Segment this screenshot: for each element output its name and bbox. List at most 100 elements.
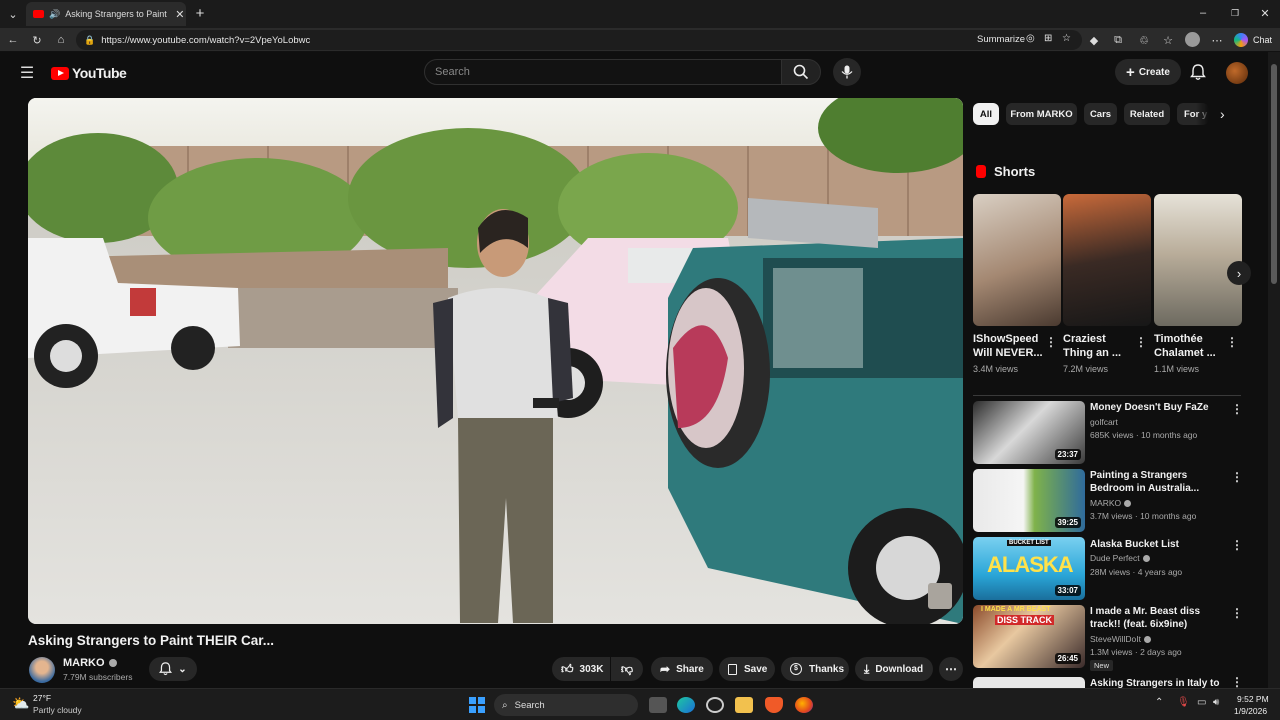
short-thumbnail[interactable]	[1063, 194, 1151, 326]
short-item[interactable]: Craziest Thing an ... 7.2M views ⋮	[1063, 194, 1151, 374]
chips-next-chevron-icon[interactable]: ›	[1220, 106, 1225, 122]
volume-icon[interactable]: 🔊︎	[1213, 697, 1219, 708]
video-title[interactable]: Painting a Strangers Bedroom in Australi…	[1090, 469, 1228, 495]
task-view-icon[interactable]	[649, 697, 667, 713]
edge-browser-icon[interactable]	[677, 697, 695, 713]
create-button[interactable]: + Create	[1115, 59, 1181, 85]
weather-icon[interactable]: ⛅	[12, 695, 29, 712]
search-button[interactable]	[781, 59, 821, 85]
thanks-button[interactable]: $ Thanks	[781, 657, 849, 681]
hamburger-menu-icon[interactable]: ☰	[18, 64, 36, 82]
video-title[interactable]: Alaska Bucket List	[1090, 538, 1228, 551]
dislike-button[interactable]: 👎︎	[611, 657, 643, 681]
close-window-icon[interactable]: ✕	[1258, 6, 1272, 20]
video-title[interactable]: Asking Strangers in Italy to	[1090, 677, 1228, 688]
notifications-bell-icon[interactable]	[1190, 64, 1206, 81]
new-tab-icon[interactable]: +	[193, 5, 207, 22]
speaker-icon[interactable]: 🔊	[49, 9, 60, 20]
video-title[interactable]: Money Doesn't Buy FaZe	[1090, 401, 1228, 414]
short-thumbnail[interactable]	[1154, 194, 1242, 326]
video-thumbnail[interactable]	[973, 677, 1085, 688]
recommended-video[interactable]: 39:25 Painting a Strangers Bedroom in Au…	[973, 469, 1259, 533]
video-thumbnail[interactable]: 23:37	[973, 401, 1085, 464]
filter-chip-all[interactable]: All	[973, 103, 999, 125]
extension-diamond-icon[interactable]: ◆	[1087, 33, 1101, 47]
channel-name[interactable]: SteveWillDoIt	[1090, 634, 1152, 644]
save-button[interactable]: Save	[719, 657, 775, 681]
show-hidden-icons-chevron-icon[interactable]: ⌃	[1155, 697, 1163, 708]
start-button[interactable]	[469, 697, 485, 713]
copilot-icon[interactable]	[1234, 33, 1248, 47]
short-title[interactable]: Timothée Chalamet ...	[1154, 332, 1226, 360]
firefox-icon[interactable]	[795, 697, 813, 713]
account-avatar[interactable]	[1226, 62, 1248, 84]
channel-name[interactable]: MARKO	[63, 657, 105, 669]
microphone-status-icon[interactable]: 🎙︎	[1177, 697, 1190, 708]
more-actions-button[interactable]: ⋯	[939, 657, 963, 681]
short-more-icon[interactable]: ⋮	[1045, 335, 1057, 349]
collections-icon[interactable]: ♲	[1137, 33, 1151, 47]
refresh-icon[interactable]: ↻	[30, 33, 44, 47]
short-item[interactable]: IShowSpeed Will NEVER... 3.4M views ⋮	[973, 194, 1061, 374]
share-button[interactable]: ➦ Share	[651, 657, 713, 681]
video-thumbnail[interactable]: 39:25	[973, 469, 1085, 532]
chat-label[interactable]: Chat	[1253, 35, 1272, 45]
clock-time[interactable]: 9:52 PM	[1237, 694, 1269, 704]
brave-browser-icon[interactable]	[765, 697, 783, 713]
file-explorer-icon[interactable]	[735, 697, 753, 713]
short-title[interactable]: Craziest Thing an ...	[1063, 332, 1135, 360]
video-player[interactable]	[28, 98, 963, 624]
tab-list-chevron-icon[interactable]: ⌄	[6, 7, 20, 21]
channel-avatar[interactable]	[29, 657, 55, 683]
channel-name[interactable]: Dude Perfect	[1090, 553, 1150, 563]
video-more-icon[interactable]: ⋮	[1231, 677, 1243, 688]
short-item[interactable]: Timothée Chalamet ... 1.1M views ⋮	[1154, 194, 1242, 374]
video-thumbnail[interactable]: I MADE A MR BEAST DISS TRACK 26:45	[973, 605, 1085, 668]
weather-temp[interactable]: 27°F	[33, 693, 51, 703]
channel-name[interactable]: golfcart	[1090, 417, 1118, 427]
favorite-star-icon[interactable]: ☆	[1062, 33, 1071, 44]
filter-chip-for-you[interactable]: For y	[1177, 103, 1209, 125]
download-button[interactable]: ⤓ Download	[855, 657, 933, 681]
video-more-icon[interactable]: ⋮	[1231, 538, 1243, 552]
video-title[interactable]: I made a Mr. Beast diss track!! (feat. 6…	[1090, 605, 1228, 631]
scrollbar-thumb[interactable]	[1271, 64, 1277, 284]
voice-search-button[interactable]	[833, 58, 861, 86]
browser-tab-youtube[interactable]: 🔊 Asking Strangers to Paint THEIR Car...…	[26, 2, 186, 26]
filter-chip-cars[interactable]: Cars	[1084, 103, 1117, 125]
recommended-video[interactable]: BUCKET LIST ALASKA 33:07 Alaska Bucket L…	[973, 537, 1259, 601]
search-input[interactable]: Search	[424, 59, 782, 85]
profile-avatar[interactable]	[1185, 32, 1200, 47]
tab-close-icon[interactable]: ✕	[175, 8, 184, 21]
subscription-bell-button[interactable]: ⌄	[149, 657, 197, 681]
short-thumbnail[interactable]	[973, 194, 1061, 326]
recommended-video[interactable]: I MADE A MR BEAST DISS TRACK 26:45 I mad…	[973, 605, 1259, 671]
video-more-icon[interactable]: ⋮	[1231, 606, 1243, 620]
channel-name-row[interactable]: MARKO	[63, 657, 117, 669]
network-icon[interactable]: ▭	[1197, 697, 1206, 708]
home-icon[interactable]: ⌂	[54, 33, 68, 47]
shorts-next-button[interactable]: ›	[1227, 261, 1251, 285]
recommended-video[interactable]: Asking Strangers in Italy to ⋮	[973, 677, 1259, 688]
favorites-icon[interactable]: ☆	[1161, 33, 1175, 47]
short-more-icon[interactable]: ⋮	[1135, 335, 1147, 349]
page-scrollbar[interactable]	[1268, 52, 1280, 688]
settings-gear-icon[interactable]	[706, 697, 724, 713]
restore-window-icon[interactable]: ❐	[1228, 6, 1242, 20]
video-more-icon[interactable]: ⋮	[1231, 470, 1243, 484]
video-thumbnail[interactable]: BUCKET LIST ALASKA 33:07	[973, 537, 1085, 600]
youtube-logo[interactable]: YouTube	[51, 65, 127, 81]
like-button[interactable]: 👍︎ 303K	[552, 657, 610, 681]
url-field[interactable]: 🔒 https://www.youtube.com/watch?v=2VpeYo…	[76, 30, 1082, 50]
channel-name[interactable]: MARKO	[1090, 498, 1132, 508]
recommended-video[interactable]: 23:37 Money Doesn't Buy FaZe golfcart 68…	[973, 401, 1259, 465]
clock-date[interactable]: 1/9/2026	[1234, 706, 1267, 716]
summarize-button[interactable]: Summarize	[977, 34, 1025, 45]
split-view-icon[interactable]: ⊞	[1044, 33, 1052, 44]
back-icon[interactable]: ←	[6, 33, 20, 47]
filter-chip-from-marko[interactable]: From MARKO	[1006, 103, 1077, 125]
filter-chip-related[interactable]: Related	[1124, 103, 1170, 125]
short-title[interactable]: IShowSpeed Will NEVER...	[973, 332, 1045, 360]
minimize-window-icon[interactable]: –	[1196, 6, 1210, 20]
video-more-icon[interactable]: ⋮	[1231, 402, 1243, 416]
